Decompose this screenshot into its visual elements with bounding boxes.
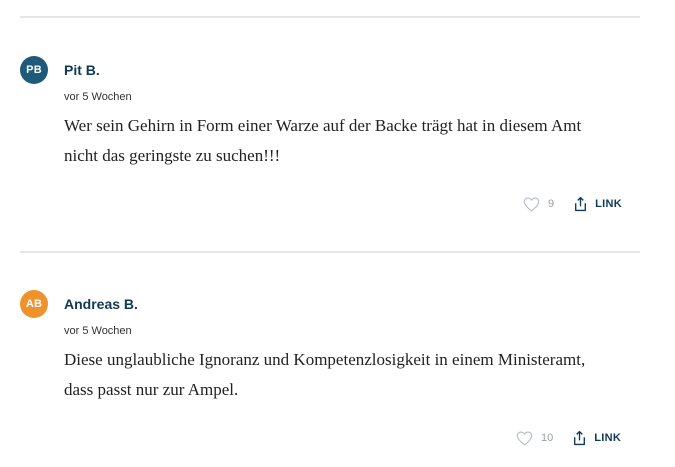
comment-item: PB Pit B. vor 5 Wochen Wer sein Gehirn i… <box>20 56 640 226</box>
comment-text: Wer sein Gehirn in Form einer Warze auf … <box>64 116 582 165</box>
like-button[interactable]: 10 <box>516 430 554 446</box>
divider <box>20 251 640 253</box>
link-button[interactable]: LINK <box>572 196 622 212</box>
comment-author[interactable]: Pit B. <box>64 62 100 78</box>
avatar-initials: PB <box>26 64 42 76</box>
heart-outline-icon <box>523 196 540 212</box>
comment-timestamp: vor 5 Wochen <box>64 325 132 337</box>
comment-timestamp: vor 5 Wochen <box>64 91 132 103</box>
comment-text: Diese unglaubliche Ignoranz und Kompeten… <box>64 350 586 399</box>
avatar: PB <box>20 56 48 84</box>
comments-section: PB Pit B. vor 5 Wochen Wer sein Gehirn i… <box>0 0 675 467</box>
comment-actions: 9 LINK <box>523 194 622 214</box>
divider <box>20 16 640 18</box>
link-label: LINK <box>595 198 622 210</box>
link-label: LINK <box>594 432 622 444</box>
comment-author[interactable]: Andreas B. <box>64 296 138 312</box>
comment-item: AB Andreas B. vor 5 Wochen Diese unglaub… <box>20 290 640 460</box>
like-count: 10 <box>541 432 554 444</box>
like-count: 9 <box>548 198 555 210</box>
like-button[interactable]: 9 <box>523 196 555 212</box>
comment-actions: 10 LINK <box>516 428 621 448</box>
share-icon <box>575 196 587 212</box>
avatar-initials: AB <box>25 298 43 310</box>
heart-outline-icon <box>516 430 533 446</box>
avatar: AB <box>20 290 48 318</box>
link-button[interactable]: LINK <box>571 430 621 446</box>
share-icon <box>574 430 586 446</box>
